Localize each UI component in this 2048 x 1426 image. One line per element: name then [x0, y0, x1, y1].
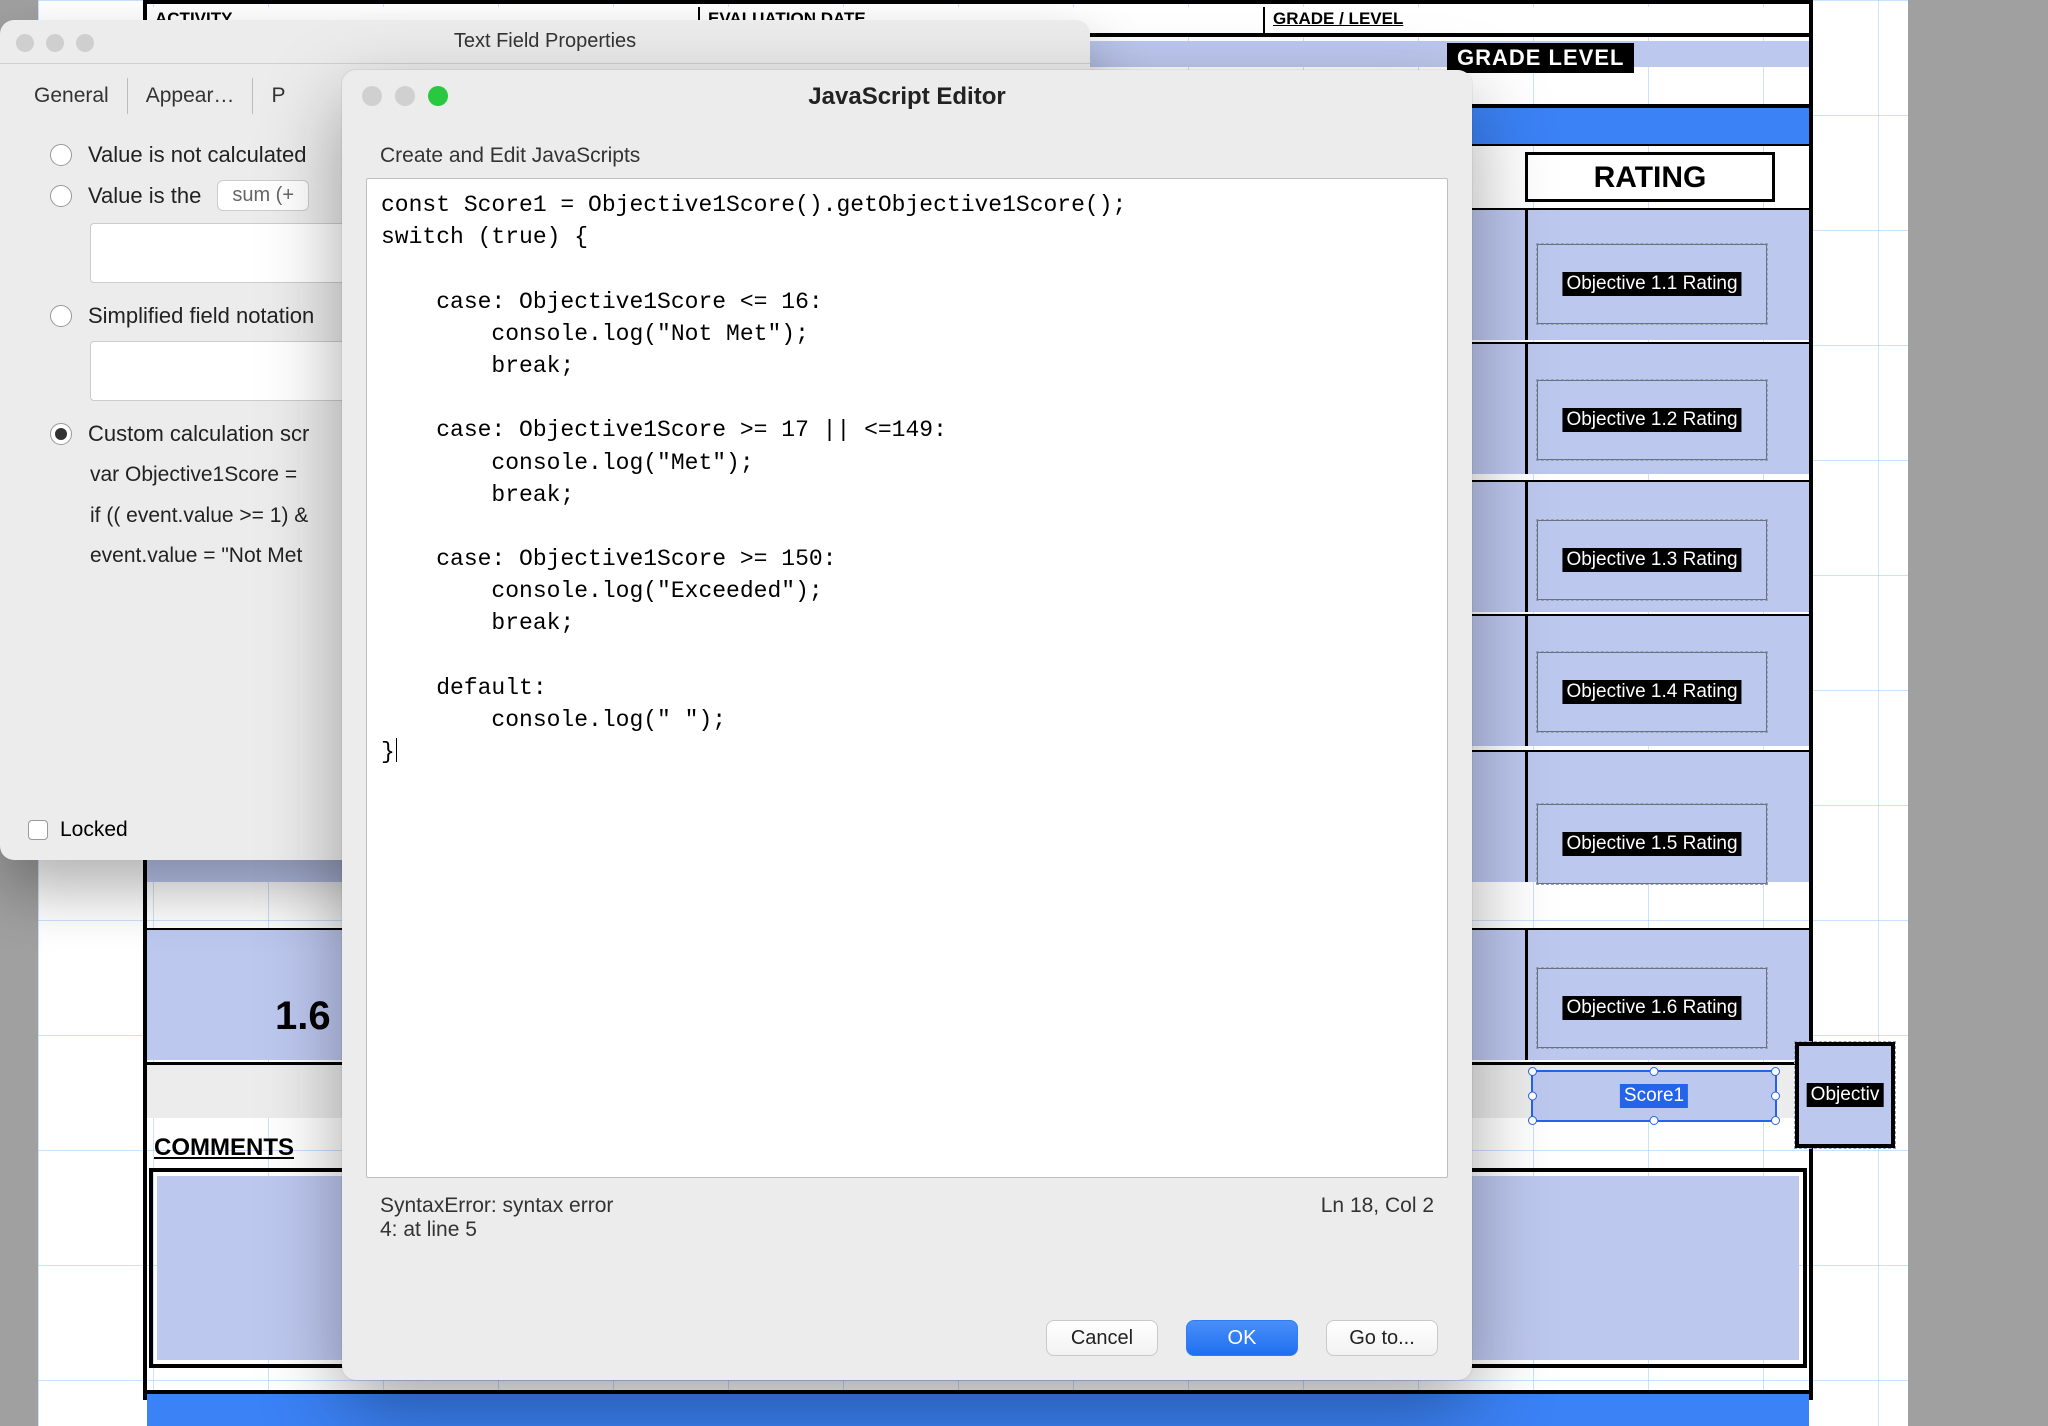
- field-objective-1-2-rating[interactable]: Objective 1.2 Rating: [1537, 380, 1767, 460]
- field-label: Objective 1.3 Rating: [1562, 548, 1741, 572]
- ok-button[interactable]: OK: [1186, 1320, 1298, 1356]
- radio-custom-script-label: Custom calculation scr: [88, 421, 309, 447]
- cancel-button[interactable]: Cancel: [1046, 1320, 1158, 1356]
- tab-general[interactable]: General: [16, 78, 128, 114]
- section-number-1-6: 1.6: [275, 994, 331, 1039]
- javascript-editor-window: JavaScript Editor Create and Edit JavaSc…: [342, 70, 1472, 1380]
- field-label: Objectiv: [1807, 1083, 1884, 1107]
- sum-select[interactable]: sum (+: [217, 180, 309, 211]
- tab-appearance[interactable]: Appear…: [128, 78, 254, 114]
- field-objective-1-6-rating[interactable]: Objective 1.6 Rating: [1537, 968, 1767, 1048]
- locked-label: Locked: [60, 818, 128, 842]
- comments-header: COMMENTS: [154, 1134, 294, 1162]
- window-title: Text Field Properties: [0, 30, 1090, 53]
- field-objectiv-truncated[interactable]: Objectiv: [1795, 1042, 1895, 1148]
- properties-titlebar[interactable]: Text Field Properties: [0, 20, 1090, 64]
- grade-level-field-label: GRADE LEVEL: [1447, 43, 1634, 73]
- js-code-text: const Score1 = Objective1Score().getObje…: [381, 192, 1126, 765]
- field-label: Objective 1.2 Rating: [1562, 408, 1741, 432]
- js-status-row: SyntaxError: syntax error 4: at line 5 L…: [342, 1178, 1472, 1242]
- radio-simplified-label: Simplified field notation: [88, 303, 314, 329]
- header-grade-level: GRADE / LEVEL: [1265, 7, 1809, 33]
- radio-custom-script[interactable]: [50, 423, 72, 445]
- field-objective-1-5-rating[interactable]: Objective 1.5 Rating: [1537, 804, 1767, 884]
- field-objective-1-1-rating[interactable]: Objective 1.1 Rating: [1537, 244, 1767, 324]
- field-label: Score1: [1620, 1084, 1688, 1108]
- field-label: Objective 1.4 Rating: [1562, 680, 1741, 704]
- js-editor-subtitle: Create and Edit JavaScripts: [342, 124, 1472, 178]
- radio-simplified[interactable]: [50, 305, 72, 327]
- js-editor-titlebar[interactable]: JavaScript Editor: [342, 70, 1472, 124]
- js-editor-title: JavaScript Editor: [342, 83, 1472, 111]
- field-label: Objective 1.5 Rating: [1562, 832, 1741, 856]
- js-code-editor[interactable]: const Score1 = Objective1Score().getObje…: [366, 178, 1448, 1178]
- field-objective-1-3-rating[interactable]: Objective 1.3 Rating: [1537, 520, 1767, 600]
- locked-row: Locked: [28, 818, 128, 842]
- js-error-text: SyntaxError: syntax error 4: at line 5: [380, 1194, 613, 1242]
- js-cursor-position: Ln 18, Col 2: [1321, 1194, 1434, 1242]
- rating-column-header: RATING: [1525, 152, 1775, 202]
- js-button-row: Cancel OK Go to...: [1046, 1320, 1438, 1356]
- radio-value-is[interactable]: [50, 185, 72, 207]
- radio-not-calculated-label: Value is not calculated: [88, 142, 307, 168]
- field-label: Objective 1.1 Rating: [1562, 272, 1741, 296]
- field-score1-selected[interactable]: Score1: [1531, 1070, 1777, 1122]
- radio-value-is-label: Value is the: [88, 183, 201, 209]
- tab-p[interactable]: P: [253, 78, 303, 114]
- field-label: Objective 1.6 Rating: [1562, 996, 1741, 1020]
- locked-checkbox[interactable]: [28, 820, 48, 840]
- radio-not-calculated[interactable]: [50, 144, 72, 166]
- field-objective-1-4-rating[interactable]: Objective 1.4 Rating: [1537, 652, 1767, 732]
- goto-button[interactable]: Go to...: [1326, 1320, 1438, 1356]
